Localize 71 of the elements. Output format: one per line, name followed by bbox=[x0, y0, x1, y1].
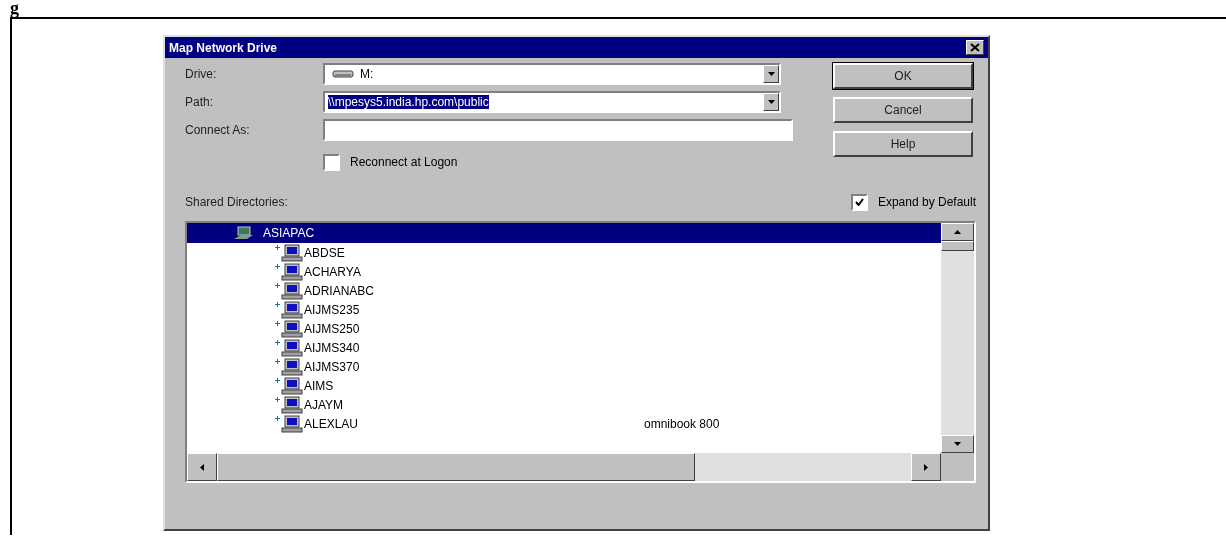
right-arrow-icon bbox=[924, 463, 928, 471]
tree-item[interactable]: ACHARYA bbox=[304, 264, 644, 279]
window-title: Map Network Drive bbox=[169, 40, 278, 55]
tree-item[interactable]: ASIAPAC bbox=[187, 223, 941, 243]
scroll-left-button[interactable] bbox=[187, 453, 217, 481]
plus-icon[interactable] bbox=[275, 397, 280, 402]
caret-icon bbox=[767, 72, 775, 76]
scrollbar-thumb[interactable] bbox=[941, 241, 974, 251]
plus-icon[interactable] bbox=[275, 264, 280, 269]
tree-item[interactable]: AJAYM bbox=[304, 397, 644, 412]
computer-icon bbox=[281, 319, 303, 338]
tree-item[interactable]: ADRIANABC bbox=[304, 283, 644, 298]
computer-icon bbox=[281, 300, 303, 319]
list-label: Shared Directories: bbox=[185, 195, 288, 209]
scrollbar-corner bbox=[941, 453, 974, 481]
down-arrow-icon bbox=[954, 442, 961, 446]
field-label: Drive: bbox=[185, 67, 218, 81]
close-button[interactable] bbox=[966, 40, 984, 55]
computer-icon bbox=[281, 395, 303, 414]
computer-icon bbox=[281, 262, 303, 281]
vertical-scrollbar[interactable] bbox=[941, 223, 974, 453]
plus-icon[interactable] bbox=[275, 378, 280, 383]
dropdown-button[interactable] bbox=[763, 65, 779, 83]
tree-item[interactable]: AIJMS370 bbox=[304, 359, 644, 374]
plus-icon[interactable] bbox=[275, 302, 280, 307]
dialog-button[interactable]: OK bbox=[833, 63, 973, 89]
dropdown-field[interactable]: \\mpesys5.india.hp.com\public bbox=[323, 91, 781, 113]
field-value: \\mpesys5.india.hp.com\public bbox=[328, 95, 489, 109]
computer-icon bbox=[281, 338, 303, 357]
up-arrow-icon bbox=[954, 230, 961, 234]
computer-icon bbox=[281, 376, 303, 395]
tree-item[interactable]: AIMS bbox=[304, 378, 644, 393]
scroll-down-button[interactable] bbox=[941, 435, 974, 453]
computer-icon bbox=[281, 357, 303, 376]
check-icon bbox=[854, 198, 864, 206]
tree-item[interactable]: AIJMS340 bbox=[304, 340, 644, 355]
tree-item[interactable]: ALEXLAU bbox=[304, 416, 644, 431]
checkbox-label: Reconnect at Logon bbox=[350, 155, 458, 169]
checkbox[interactable] bbox=[850, 193, 868, 211]
computer-icon bbox=[281, 414, 303, 433]
caret-icon bbox=[767, 100, 775, 104]
checkbox-label: Expand by Default bbox=[877, 195, 976, 209]
checkbox[interactable] bbox=[323, 153, 340, 171]
field-label: Connect As: bbox=[185, 123, 251, 137]
drive-icon bbox=[332, 70, 354, 78]
close-icon bbox=[970, 43, 980, 52]
horizontal-scrollbar[interactable] bbox=[187, 453, 974, 481]
scrollbar-thumb[interactable] bbox=[217, 453, 695, 481]
comment-text: omnibook 800 bbox=[644, 416, 720, 431]
dialog-button[interactable]: Cancel bbox=[833, 97, 973, 123]
plus-icon[interactable] bbox=[275, 283, 280, 288]
left-arrow-icon bbox=[200, 463, 204, 471]
plus-icon[interactable] bbox=[275, 245, 280, 250]
input-field[interactable] bbox=[323, 119, 793, 141]
network-icon bbox=[233, 225, 255, 241]
scroll-up-button[interactable] bbox=[941, 223, 974, 241]
field-value: M: bbox=[360, 67, 374, 81]
plus-icon[interactable] bbox=[275, 321, 280, 326]
plus-icon[interactable] bbox=[275, 359, 280, 364]
tree-item[interactable]: ABDSE bbox=[304, 245, 644, 260]
scroll-right-button[interactable] bbox=[911, 453, 941, 481]
plus-icon[interactable] bbox=[275, 340, 280, 345]
computer-icon bbox=[281, 243, 303, 262]
dropdown-button[interactable] bbox=[763, 93, 779, 111]
tree-item[interactable]: AIJMS235 bbox=[304, 302, 644, 317]
field-label: Path: bbox=[185, 95, 215, 109]
dropdown-field[interactable]: M: bbox=[323, 63, 781, 85]
computer-icon bbox=[281, 281, 303, 300]
dialog-button[interactable]: Help bbox=[833, 131, 973, 157]
plus-icon[interactable] bbox=[275, 416, 280, 421]
tree-item[interactable]: AIJMS250 bbox=[304, 321, 644, 336]
